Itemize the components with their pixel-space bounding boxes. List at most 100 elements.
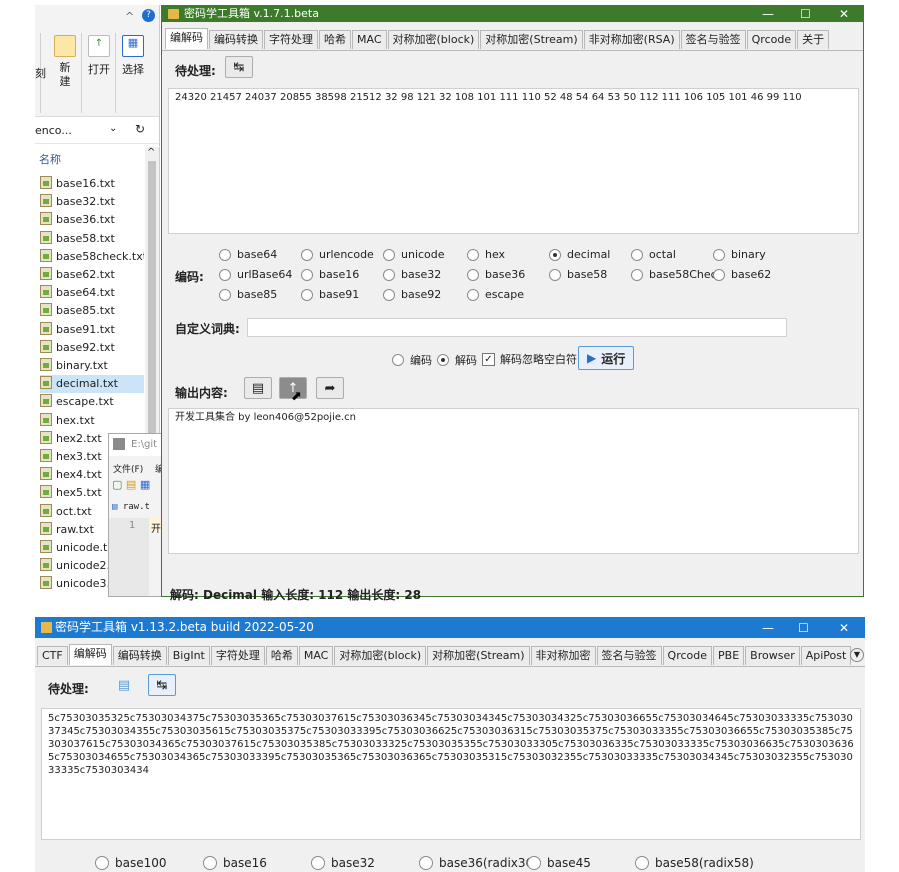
file-item[interactable]: base64.txt	[40, 284, 144, 302]
encoding-radio[interactable]: base62	[713, 268, 771, 281]
encoding-radio[interactable]: base58	[549, 268, 607, 281]
output-textarea[interactable]: 开发工具集合 by leon406@52pojie.cn	[168, 408, 859, 554]
encoding-radio[interactable]: hex	[467, 248, 505, 261]
forward-button[interactable]: ➦	[316, 377, 344, 399]
encoding-radio-2[interactable]: base36(radix36)	[419, 856, 538, 870]
open-file-icon[interactable]: ▤	[126, 478, 136, 491]
refresh-icon[interactable]: ↻	[135, 122, 145, 136]
minimize-button[interactable]: —	[762, 6, 774, 22]
open-button[interactable]: ↑ 打开	[87, 35, 111, 77]
input-textarea[interactable]: 24320 21457 24037 20855 38598 21512 32 9…	[168, 88, 859, 234]
maximize-button[interactable]: ☐	[800, 6, 811, 22]
chevron-down-icon[interactable]: ⌄	[109, 123, 117, 134]
ignore-whitespace-checkbox[interactable]: ✓ 解码忽略空白符	[482, 351, 577, 367]
help-icon[interactable]: ?	[142, 9, 155, 22]
tab-item[interactable]: 字符处理	[264, 30, 318, 49]
text-file-icon	[40, 540, 52, 553]
tab-item[interactable]: PBE	[713, 646, 745, 665]
file-item[interactable]: escape.txt	[40, 393, 144, 411]
encoding-radio[interactable]: base36	[467, 268, 525, 281]
new-button[interactable]: 新 建	[53, 35, 77, 89]
tab-item[interactable]: MAC	[298, 646, 334, 665]
tab-item[interactable]: CTF	[37, 646, 68, 665]
encoding-radio[interactable]: unicode	[383, 248, 445, 261]
file-item[interactable]: base91.txt	[40, 321, 144, 339]
tab-item[interactable]: 签名与验签	[596, 646, 662, 665]
encoding-radio[interactable]: urlBase64	[219, 268, 292, 281]
encoding-radio[interactable]: base91	[301, 288, 359, 301]
file-item[interactable]: base62.txt	[40, 266, 144, 284]
tab-item[interactable]: BigInt	[167, 646, 210, 665]
tab-item[interactable]: 字符处理	[210, 646, 265, 665]
encoding-radio[interactable]: base58Check	[631, 268, 723, 281]
tab-item[interactable]: 对称加密(block)	[334, 646, 427, 665]
encoding-radio-2[interactable]: base32	[311, 856, 375, 870]
tab-item[interactable]: Qrcode	[746, 30, 797, 49]
input-textarea-2[interactable]: 5c75303035325c75303034375c75303035365c75…	[41, 708, 861, 840]
collapse-ribbon-icon[interactable]: ^	[125, 10, 134, 23]
tab-item[interactable]: 哈希	[319, 30, 351, 49]
tab-item[interactable]: Qrcode	[662, 646, 713, 665]
new-file-icon[interactable]: ▢	[112, 478, 122, 491]
tab-item[interactable]: 哈希	[265, 646, 298, 665]
tab-item[interactable]: 签名与验签	[680, 30, 746, 49]
minimize-button-2[interactable]: —	[762, 618, 774, 639]
file-item[interactable]: base92.txt	[40, 339, 144, 357]
tab-item[interactable]: Browser	[745, 646, 800, 665]
tab-overflow-icon[interactable]: ▼	[850, 648, 864, 662]
tab-item[interactable]: 非对称加密(RSA)	[583, 30, 680, 49]
file-item[interactable]: base58check.txt	[40, 248, 144, 266]
scroll-up-icon[interactable]: ^	[147, 147, 155, 158]
save-file-icon[interactable]: ▦	[140, 478, 150, 491]
close-button-2[interactable]: ✕	[839, 618, 849, 639]
paste-button[interactable]: ↹	[225, 56, 253, 78]
mode-encode-radio[interactable]: 编码	[392, 352, 432, 368]
close-button[interactable]: ✕	[839, 6, 849, 22]
file-item[interactable]: binary.txt	[40, 357, 144, 375]
tab-item[interactable]: 对称加密(Stream)	[480, 30, 583, 49]
paste-button-2[interactable]: ↹	[148, 674, 176, 696]
tab-item[interactable]: 编解码	[165, 28, 208, 49]
column-header-name[interactable]: 名称	[39, 151, 61, 167]
encoding-radio[interactable]: escape	[467, 288, 524, 301]
tab-item[interactable]: 非对称加密	[530, 646, 596, 665]
encoding-radio[interactable]: decimal	[549, 248, 610, 261]
encoding-radio[interactable]: binary	[713, 248, 766, 261]
file-item[interactable]: base16.txt	[40, 175, 144, 193]
copy-output-button[interactable]: ▤	[244, 377, 272, 399]
encoding-radio[interactable]: urlencode	[301, 248, 374, 261]
tab-item[interactable]: 编解码	[68, 644, 112, 665]
custom-dict-input[interactable]	[247, 318, 787, 337]
tab-item[interactable]: MAC	[352, 30, 387, 49]
maximize-button-2[interactable]: ☐	[798, 618, 809, 639]
encoding-radio[interactable]: base32	[383, 268, 441, 281]
tab-item[interactable]: 关于	[797, 30, 830, 49]
file-item[interactable]: base58.txt	[40, 230, 144, 248]
file-item[interactable]: base85.txt	[40, 302, 144, 320]
tab-item[interactable]: 对称加密(block)	[387, 30, 480, 49]
encoding-radio-2[interactable]: base16	[203, 856, 267, 870]
encoding-radio[interactable]: base85	[219, 288, 277, 301]
encoding-radio[interactable]: base64	[219, 248, 277, 261]
file-item[interactable]: decimal.txt	[40, 375, 144, 394]
tab-item[interactable]: 编码转换	[112, 646, 167, 665]
editor-menu-file[interactable]: 文件(F)	[113, 462, 143, 475]
encoding-radio-2[interactable]: base58(radix58)	[635, 856, 754, 870]
mode-decode-radio[interactable]: 解码	[437, 352, 477, 368]
encoding-radio[interactable]: base16	[301, 268, 359, 281]
file-item[interactable]: base32.txt	[40, 193, 144, 211]
address-path[interactable]: enco...	[35, 124, 72, 137]
file-item[interactable]: hex.txt	[40, 412, 144, 430]
select-button[interactable]: ▦ 选择	[121, 35, 145, 77]
encoding-radio[interactable]: octal	[631, 248, 676, 261]
encoding-radio[interactable]: base92	[383, 288, 441, 301]
encoding-radio-2[interactable]: base100	[95, 856, 167, 870]
tab-item[interactable]: 编码转换	[209, 30, 263, 49]
encoding-radio-2[interactable]: base45	[527, 856, 591, 870]
run-button[interactable]: ▶ 运行	[578, 346, 635, 370]
tab-item[interactable]: 对称加密(Stream)	[427, 646, 530, 665]
copy-button-2[interactable]: ▤	[110, 674, 138, 696]
file-item[interactable]: base36.txt	[40, 211, 144, 229]
tab-item[interactable]: ApiPost	[800, 646, 852, 665]
editor-tab-raw[interactable]: raw.t	[123, 502, 150, 512]
